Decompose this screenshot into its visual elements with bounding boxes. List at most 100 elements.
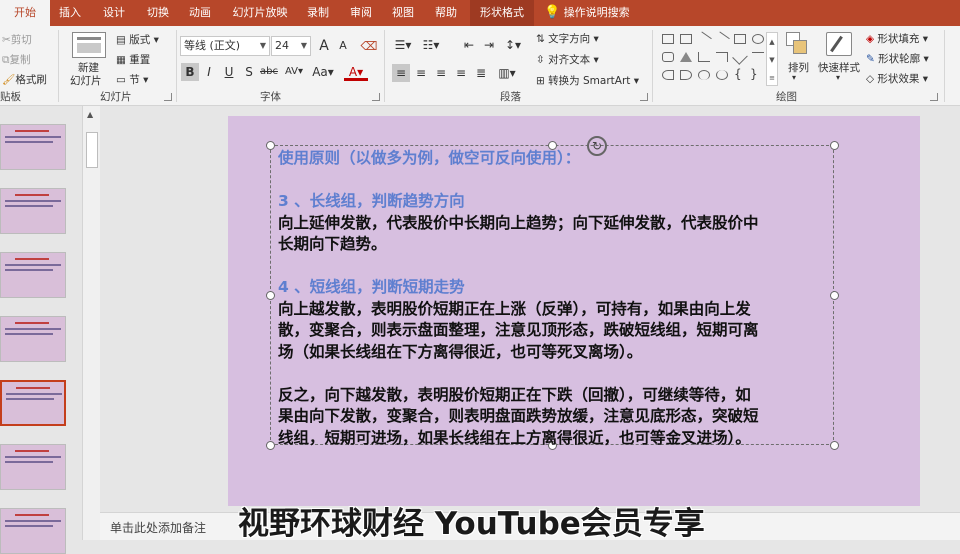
curve-shape-icon[interactable] [716, 70, 728, 80]
shape-outline-button[interactable]: ✎ 形状轮廓 ▾ [866, 51, 929, 66]
slide-thumbnail[interactable] [0, 124, 66, 170]
arc-shape-icon[interactable] [662, 70, 674, 80]
line-shape-icon[interactable] [696, 31, 712, 47]
clear-format-icon[interactable]: ⌫ [360, 37, 378, 55]
slide-thumbnail[interactable] [0, 380, 66, 426]
shadow-button[interactable]: S [240, 63, 258, 81]
char-spacing-button[interactable]: AV▾ [282, 63, 306, 81]
align-center-icon[interactable]: ≡ [412, 64, 430, 82]
ribbon: ✂剪切 ⧉复制 🖌格式刷 贴板 新建 幻灯片 ▤ 版式 ▾ ▦ 重置 ▭ 节 ▾… [0, 26, 960, 106]
tab-insert[interactable]: 插入 [52, 0, 88, 26]
arrange-icon[interactable] [786, 32, 808, 56]
italic-button[interactable]: I [200, 63, 218, 81]
reset-button[interactable]: ▦ 重置 [116, 52, 150, 67]
notes-placeholder[interactable]: 单击此处添加备注 [110, 519, 206, 536]
scrollbar-thumb[interactable] [86, 132, 98, 168]
slide-body-line: 长期向下趋势。 [278, 235, 387, 253]
resize-handle[interactable] [266, 291, 275, 300]
launcher-icon[interactable] [164, 93, 172, 101]
textbox-shape-icon[interactable] [680, 34, 692, 44]
resize-handle[interactable] [266, 441, 275, 450]
brace-right-icon[interactable]: } [750, 68, 762, 80]
slide-thumbnail[interactable] [0, 252, 66, 298]
increase-indent-icon[interactable]: ⇥ [480, 36, 498, 54]
rectangle-shape-icon[interactable] [734, 34, 746, 44]
resize-handle[interactable] [830, 291, 839, 300]
line-shape-icon[interactable] [752, 52, 764, 62]
align-left-icon[interactable]: ≡ [392, 64, 410, 82]
quick-styles-icon[interactable] [826, 32, 852, 56]
tell-me-search[interactable]: 💡 操作说明搜索 [544, 0, 640, 26]
cut-button[interactable]: ✂剪切 [2, 32, 32, 47]
resize-handle[interactable] [830, 141, 839, 150]
thumbnail-scrollbar[interactable]: ▲ [82, 106, 100, 540]
align-text-button[interactable]: ⇳ 对齐文本 ▾ [536, 52, 599, 67]
slides-group-label: 幻灯片 [100, 91, 132, 103]
tab-animations[interactable]: 动画 [182, 0, 218, 26]
launcher-icon[interactable] [372, 93, 380, 101]
font-name-select[interactable]: 等线 (正文) ▼ [180, 36, 270, 56]
grow-font-button[interactable]: A [315, 37, 333, 55]
tab-record[interactable]: 录制 [300, 0, 336, 26]
shape-fill-button[interactable]: ◈ 形状填充 ▾ [866, 31, 928, 46]
scroll-up-icon[interactable]: ▲ [87, 110, 93, 119]
decrease-indent-icon[interactable]: ⇤ [460, 36, 478, 54]
slide-body-line: 散，变聚合，则表示盘面整理，注意见顶形态，跌破短线组，短期可离 [278, 321, 759, 339]
section-button[interactable]: ▭ 节 ▾ [116, 72, 148, 87]
shape-effects-button[interactable]: ◇ 形状效果 ▾ [866, 71, 928, 86]
new-slide-icon[interactable] [72, 32, 106, 58]
tab-home[interactable]: 开始 [0, 0, 50, 26]
oval-shape-icon[interactable] [752, 34, 764, 44]
numbering-icon[interactable]: ☷▾ [420, 36, 442, 54]
arc-shape-icon[interactable] [680, 70, 692, 80]
new-slide-label-2[interactable]: 幻灯片 [70, 73, 102, 88]
copy-button[interactable]: ⧉复制 [2, 52, 31, 67]
chevron-shape-icon[interactable] [732, 49, 748, 65]
brace-left-icon[interactable]: { [734, 68, 746, 80]
slide[interactable]: ↻ 使用原则（以做多为例，做空可反向使用）： 3 、长线组，判断趋势方向 向上延伸发… [228, 116, 920, 506]
underline-button[interactable]: U [220, 63, 238, 81]
strikethrough-button[interactable]: abc [258, 63, 280, 81]
triangle-shape-icon[interactable] [680, 52, 692, 62]
slide-thumbnail[interactable] [0, 188, 66, 234]
resize-handle[interactable] [266, 141, 275, 150]
tab-review[interactable]: 审阅 [343, 0, 379, 26]
launcher-icon[interactable] [640, 93, 648, 101]
textbox-shape-icon[interactable] [662, 34, 674, 44]
rounded-rect-shape-icon[interactable] [662, 52, 674, 62]
line-spacing-icon[interactable]: ↕▾ [502, 36, 524, 54]
arrow-shape-icon[interactable] [714, 31, 730, 47]
elbow-connector-icon[interactable] [698, 52, 710, 62]
layout-button[interactable]: ▤ 版式 ▾ [116, 32, 159, 47]
tab-help[interactable]: 帮助 [428, 0, 464, 26]
tab-shape-format[interactable]: 形状格式 [470, 0, 534, 26]
slide-thumbnail[interactable] [0, 316, 66, 362]
shapes-gallery[interactable]: { } [660, 31, 764, 86]
font-size-select[interactable]: 24 ▼ [271, 36, 311, 56]
gallery-scroll-icon[interactable]: ▲ ▼ ≡ [766, 32, 778, 86]
launcher-icon[interactable] [930, 93, 938, 101]
convert-smartart-button[interactable]: ⊞ 转换为 SmartArt ▾ [536, 73, 639, 88]
elbow-arrow-icon[interactable] [716, 52, 728, 62]
tab-transitions[interactable]: 切换 [140, 0, 176, 26]
distributed-icon[interactable]: ≣ [472, 64, 490, 82]
rotate-handle-icon[interactable]: ↻ [587, 136, 607, 156]
shrink-font-button[interactable]: A [334, 37, 352, 55]
align-right-icon[interactable]: ≡ [432, 64, 450, 82]
change-case-button[interactable]: Aa▾ [310, 63, 336, 81]
tab-slideshow[interactable]: 幻灯片放映 [228, 0, 292, 26]
bold-button[interactable]: B [181, 63, 199, 81]
format-painter-button[interactable]: 🖌格式刷 [2, 72, 47, 87]
tab-view[interactable]: 视图 [385, 0, 421, 26]
paragraph-group-label: 段落 [500, 91, 521, 103]
curve-shape-icon[interactable] [698, 70, 710, 80]
font-color-button[interactable]: A▾ [344, 63, 368, 81]
justify-icon[interactable]: ≡ [452, 64, 470, 82]
tab-design[interactable]: 设计 [96, 0, 132, 26]
bullets-icon[interactable]: ☰▾ [392, 36, 414, 54]
slide-thumbnail[interactable] [0, 444, 66, 490]
resize-handle[interactable] [830, 441, 839, 450]
slide-thumbnail[interactable] [0, 508, 66, 554]
columns-icon[interactable]: ▥▾ [496, 64, 518, 82]
text-direction-button[interactable]: ⇅ 文字方向 ▾ [536, 31, 599, 46]
